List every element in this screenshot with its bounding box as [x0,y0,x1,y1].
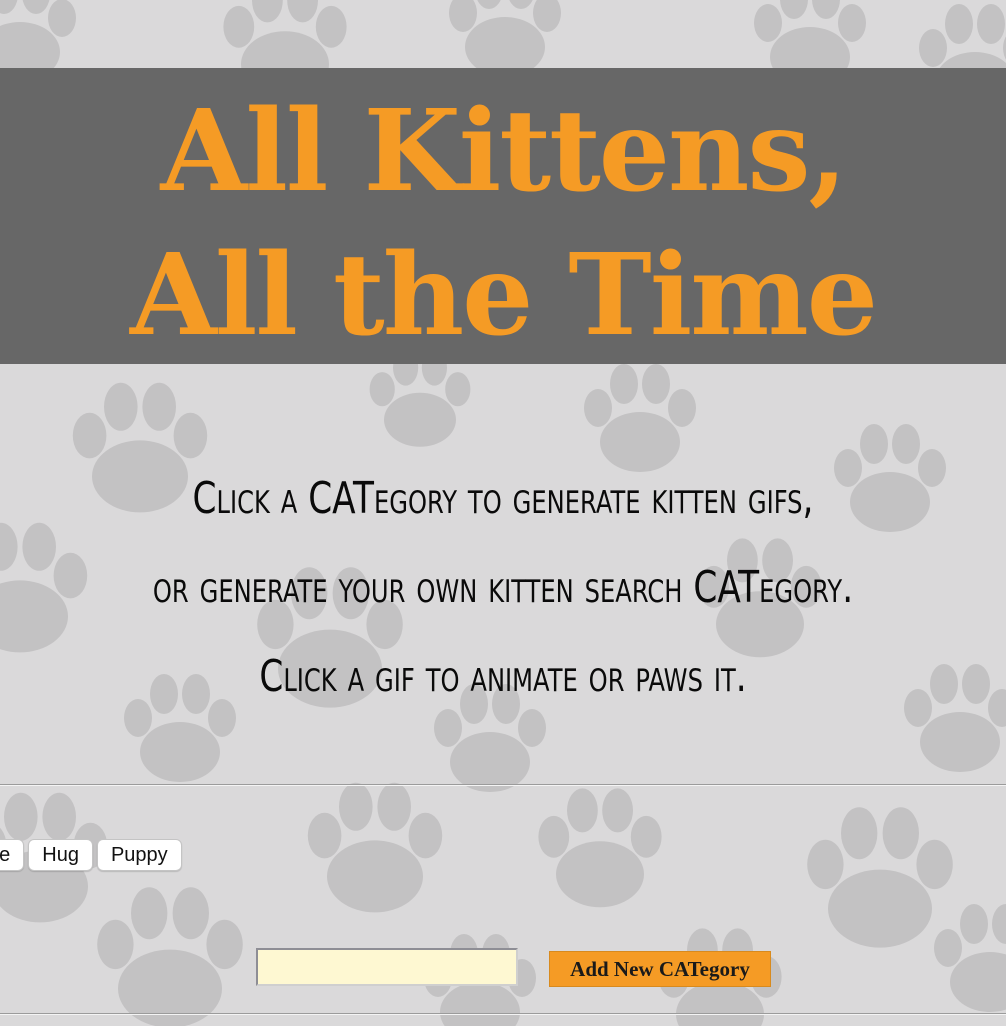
instructions-line-2: or generate your own kitten search CATeg… [152,562,854,613]
category-buttons: ge Hug Puppy [0,839,182,871]
title-banner: All Kittens, All the Time [0,68,1006,364]
add-category-button[interactable]: Add New CATegory [549,951,771,987]
page-title: All Kittens, All the Time [0,80,1006,368]
divider-top [0,784,1006,786]
divider-bottom [0,1013,1006,1015]
instructions-line-1: Click a CATegory to generate kitten gifs… [192,473,814,524]
category-button-hug[interactable]: Hug [28,839,93,871]
title-line-1: All Kittens, [160,86,847,217]
instructions-text: Click a CATegory to generate kitten gifs… [111,454,896,721]
category-button-partial[interactable]: ge [0,839,25,871]
instructions-line-3: Click a gif to animate or paws it. [259,651,747,702]
title-line-2: All the Time [129,230,878,361]
category-button-puppy[interactable]: Puppy [96,839,182,871]
new-category-input[interactable] [256,948,518,986]
